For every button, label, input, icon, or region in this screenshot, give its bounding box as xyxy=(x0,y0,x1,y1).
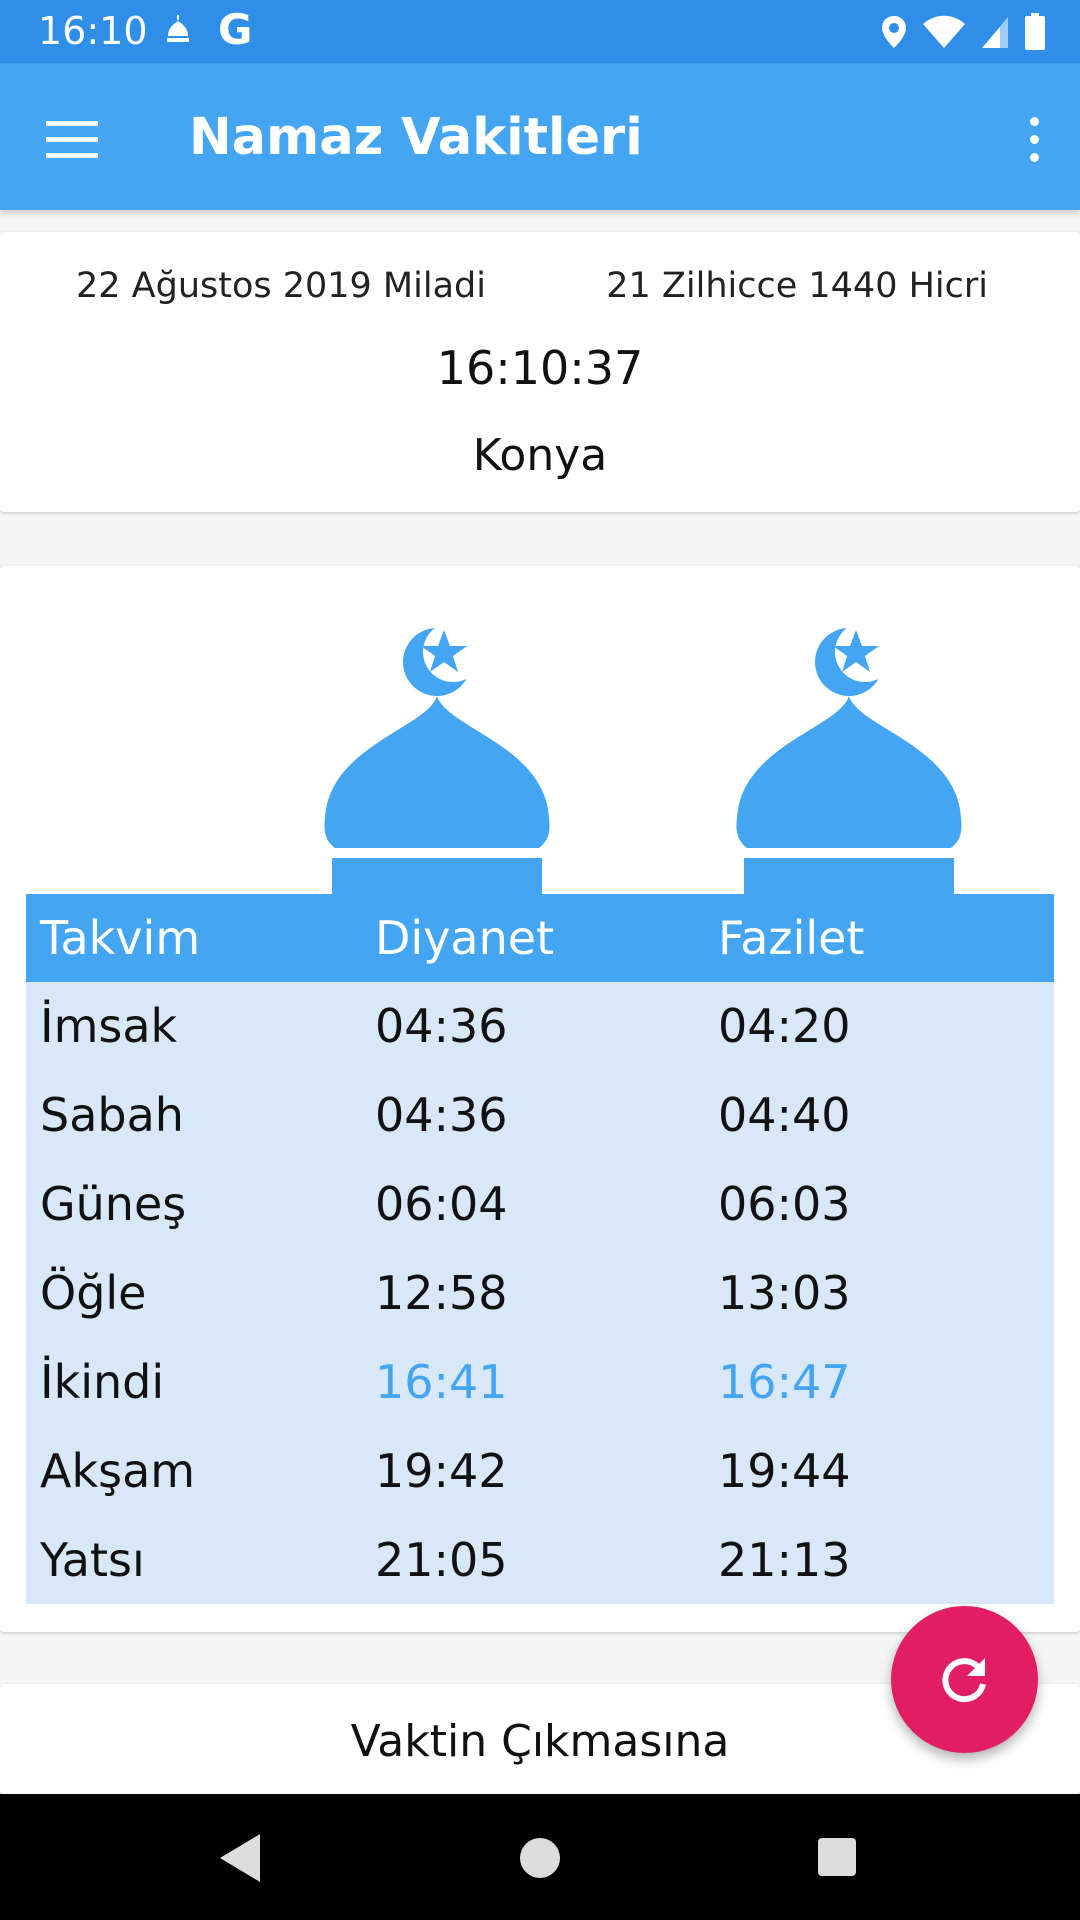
app-bar: Namaz Vakitleri xyxy=(0,63,1080,210)
prayer-name: İkindi xyxy=(40,1355,165,1409)
refresh-button[interactable] xyxy=(891,1606,1038,1753)
prayer-name: Öğle xyxy=(40,1266,147,1320)
date-card: 22 Ağustos 2019 Miladi 21 Zilhicce 1440 … xyxy=(0,232,1080,512)
fazilet-time: 06:03 xyxy=(718,1177,851,1231)
diyanet-time-current: 16:41 xyxy=(375,1355,508,1409)
prayer-name: Yatsı xyxy=(40,1533,145,1587)
fazilet-time-current: 16:47 xyxy=(718,1355,851,1409)
table-row: Sabah 04:36 04:40 xyxy=(26,1085,1054,1174)
prayer-name: İmsak xyxy=(40,999,178,1053)
prayer-times-table: Takvim Diyanet Fazilet İmsak 04:36 04:20… xyxy=(26,894,1054,1604)
table-row: Yatsı 21:05 21:13 xyxy=(26,1530,1054,1619)
screen: 16:10 G Namaz Vakitleri 22 Ağustos 2019 … xyxy=(0,0,1080,1920)
fazilet-time: 13:03 xyxy=(718,1266,851,1320)
navigation-bar xyxy=(0,1794,1080,1920)
recent-apps-icon[interactable] xyxy=(818,1838,856,1876)
back-icon[interactable] xyxy=(216,1832,264,1884)
table-header: Takvim Diyanet Fazilet xyxy=(26,894,1054,982)
wifi-icon xyxy=(923,15,965,48)
mosque-icon xyxy=(167,15,189,42)
table-row-current: İkindi 16:41 16:47 xyxy=(26,1352,1054,1441)
header-takvim: Takvim xyxy=(40,911,201,965)
table-row: Akşam 19:42 19:44 xyxy=(26,1441,1054,1530)
status-bar: 16:10 G xyxy=(0,0,1080,63)
header-fazilet: Fazilet xyxy=(718,911,865,965)
table-row: Öğle 12:58 13:03 xyxy=(26,1263,1054,1352)
header-diyanet: Diyanet xyxy=(375,911,555,965)
mosque-dome-icon xyxy=(324,628,550,896)
home-icon[interactable] xyxy=(520,1838,560,1878)
app-title: Namaz Vakitleri xyxy=(189,108,643,167)
diyanet-time: 19:42 xyxy=(375,1444,508,1498)
prayer-name: Akşam xyxy=(40,1444,196,1498)
fazilet-time: 19:44 xyxy=(718,1444,851,1498)
hijri-date: 21 Zilhicce 1440 Hicri xyxy=(606,266,988,306)
signal-icon xyxy=(982,17,1008,48)
gregorian-date: 22 Ağustos 2019 Miladi xyxy=(76,266,486,306)
prayer-name: Sabah xyxy=(40,1088,184,1142)
battery-icon xyxy=(1025,13,1045,50)
status-icons xyxy=(880,12,1046,52)
fazilet-time: 04:40 xyxy=(718,1088,851,1142)
refresh-icon xyxy=(941,1657,986,1702)
current-clock: 16:10:37 xyxy=(436,341,644,395)
diyanet-time: 04:36 xyxy=(375,999,508,1053)
fazilet-time: 21:13 xyxy=(718,1533,851,1587)
location-icon xyxy=(882,16,906,48)
diyanet-time: 04:36 xyxy=(375,1088,508,1142)
fazilet-time: 04:20 xyxy=(718,999,851,1053)
table-body: İmsak 04:36 04:20 Sabah 04:36 04:40 Güne… xyxy=(26,982,1054,1604)
diyanet-time: 06:04 xyxy=(375,1177,508,1231)
table-row: Güneş 06:04 06:03 xyxy=(26,1174,1054,1263)
prayer-times-card: Takvim Diyanet Fazilet İmsak 04:36 04:20… xyxy=(0,566,1080,1632)
diyanet-time: 21:05 xyxy=(375,1533,508,1587)
google-icon: G xyxy=(218,5,253,54)
diyanet-time: 12:58 xyxy=(375,1266,508,1320)
city-name: Konya xyxy=(472,430,608,481)
table-row: İmsak 04:36 04:20 xyxy=(26,996,1054,1085)
mosque-dome-icon xyxy=(736,628,962,896)
more-vert-icon[interactable] xyxy=(1004,103,1064,175)
status-time: 16:10 xyxy=(38,9,148,53)
prayer-name: Güneş xyxy=(40,1177,187,1231)
hamburger-menu-icon[interactable] xyxy=(36,103,108,175)
